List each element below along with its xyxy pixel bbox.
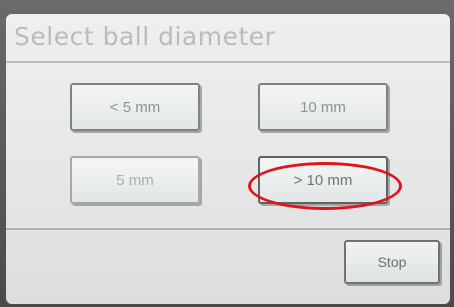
title-divider bbox=[6, 61, 450, 63]
touch-screen: Select ball diameter < 5 mm 10 mm 5 mm >… bbox=[6, 14, 450, 304]
option-5mm-button[interactable]: 5 mm bbox=[70, 156, 200, 204]
option-greater-than-10mm-button[interactable]: > 10 mm bbox=[258, 156, 388, 204]
option-10mm-button[interactable]: 10 mm bbox=[258, 83, 388, 131]
screen-title: Select ball diameter bbox=[14, 22, 276, 51]
bottom-divider bbox=[6, 228, 450, 230]
option-less-than-5mm-button[interactable]: < 5 mm bbox=[70, 83, 200, 131]
stop-button[interactable]: Stop bbox=[344, 240, 440, 284]
